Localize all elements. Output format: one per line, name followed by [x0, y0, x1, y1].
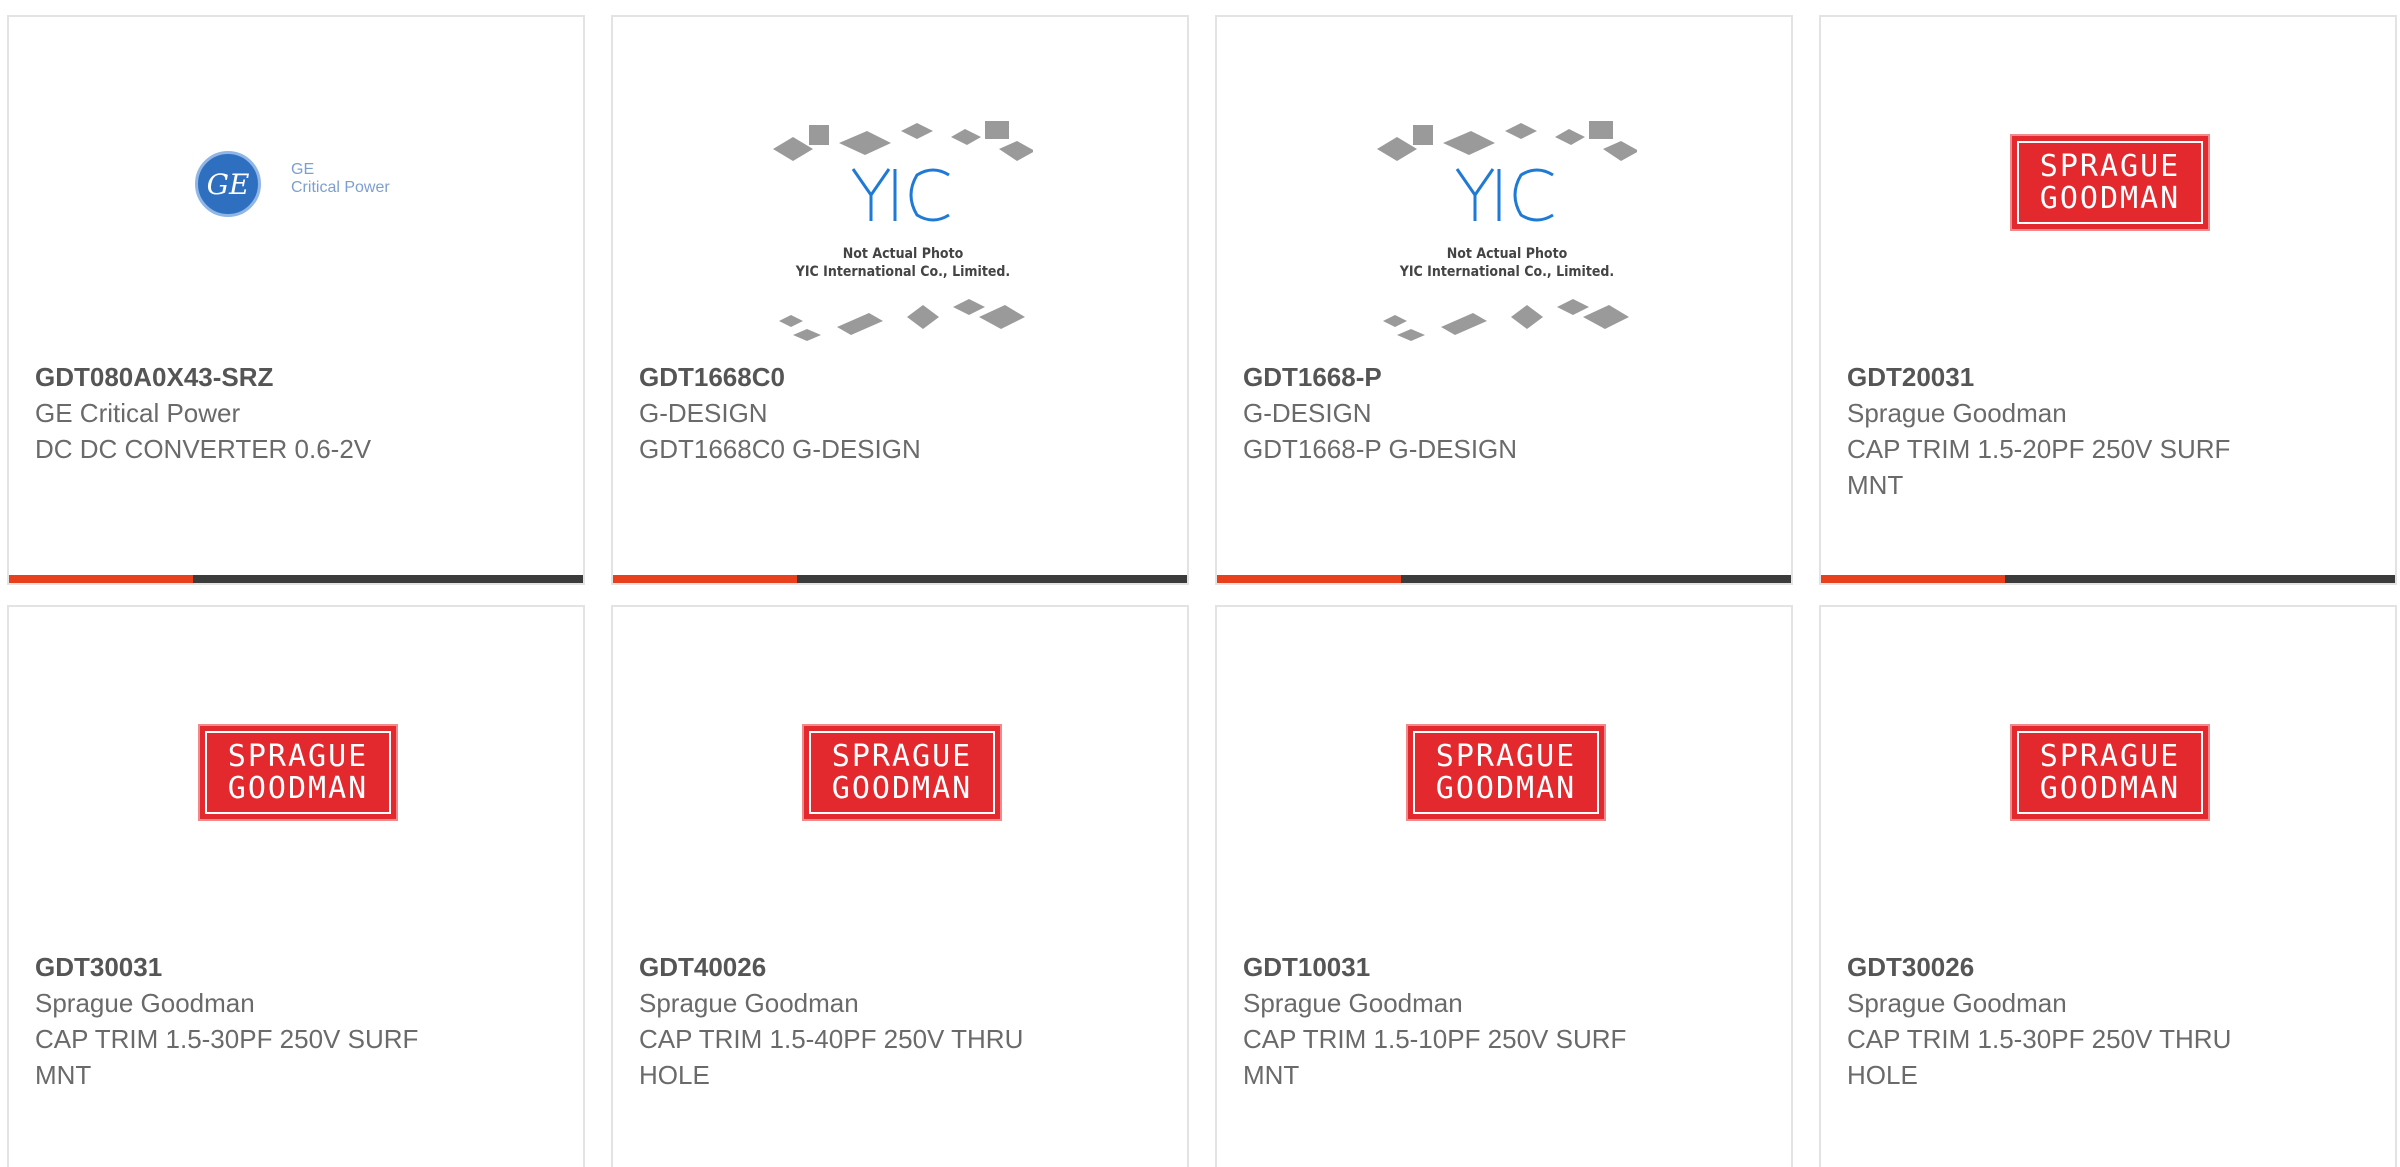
manufacturer-name: G-DESIGN: [1243, 398, 1372, 428]
sprague-goodman-logo: SPRAGUE GOODMAN: [2010, 724, 2210, 821]
card-accent-bar: [613, 575, 1187, 583]
product-description: GDT1668-P G-DESIGN: [1243, 434, 1518, 464]
product-image[interactable]: SPRAGUE GOODMAN: [613, 607, 1187, 957]
product-info: GDT1668-P G-DESIGN GDT1668-P G-DESIGN: [1243, 359, 1765, 467]
yic-not-actual-photo: Not Actual Photo YIC International Co., …: [773, 107, 1033, 357]
ge-monogram-icon: GE: [195, 151, 261, 217]
product-description: DC DC CONVERTER 0.6-2V: [35, 434, 372, 464]
manufacturer-name: G-DESIGN: [639, 398, 768, 428]
sprague-goodman-logo: SPRAGUE GOODMAN: [802, 724, 1002, 821]
product-description: CAP TRIM 1.5-20PF 250V SURF MNT: [1847, 434, 2231, 500]
manufacturer-name: Sprague Goodman: [1847, 988, 2067, 1018]
card-accent-bar-fill: [1821, 575, 2005, 583]
part-number[interactable]: GDT1668C0: [639, 359, 1161, 395]
product-image[interactable]: GE GE Critical Power: [9, 17, 583, 367]
product-description: CAP TRIM 1.5-30PF 250V SURF MNT: [35, 1024, 419, 1090]
product-card[interactable]: Not Actual Photo YIC International Co., …: [611, 15, 1189, 585]
product-card[interactable]: SPRAGUE GOODMAN GDT10031 Sprague Goodman…: [1215, 605, 1793, 1167]
manufacturer-name: GE Critical Power: [35, 398, 241, 428]
card-accent-bar-fill: [613, 575, 797, 583]
product-description: CAP TRIM 1.5-30PF 250V THRU HOLE: [1847, 1024, 2232, 1090]
part-number[interactable]: GDT30026: [1847, 949, 2369, 985]
product-image[interactable]: SPRAGUE GOODMAN: [1217, 607, 1791, 957]
product-card[interactable]: Not Actual Photo YIC International Co., …: [1215, 15, 1793, 585]
card-accent-bar: [1217, 575, 1791, 583]
product-info: GDT30031 Sprague Goodman CAP TRIM 1.5-30…: [35, 949, 557, 1093]
card-accent-bar: [1821, 575, 2395, 583]
manufacturer-name: Sprague Goodman: [1243, 988, 1463, 1018]
part-number[interactable]: GDT10031: [1243, 949, 1765, 985]
part-number[interactable]: GDT40026: [639, 949, 1161, 985]
product-info: GDT20031 Sprague Goodman CAP TRIM 1.5-20…: [1847, 359, 2369, 503]
sprague-goodman-logo: SPRAGUE GOODMAN: [198, 724, 398, 821]
product-grid: GE GE Critical Power GDT080A0X43-SRZ GE …: [0, 0, 2400, 1167]
product-card[interactable]: SPRAGUE GOODMAN GDT30031 Sprague Goodman…: [7, 605, 585, 1167]
product-info: GDT30026 Sprague Goodman CAP TRIM 1.5-30…: [1847, 949, 2369, 1093]
manufacturer-name: Sprague Goodman: [35, 988, 255, 1018]
product-info: GDT10031 Sprague Goodman CAP TRIM 1.5-10…: [1243, 949, 1765, 1093]
product-info: GDT40026 Sprague Goodman CAP TRIM 1.5-40…: [639, 949, 1161, 1093]
product-card[interactable]: SPRAGUE GOODMAN GDT30026 Sprague Goodman…: [1819, 605, 2397, 1167]
manufacturer-name: Sprague Goodman: [1847, 398, 2067, 428]
product-image[interactable]: Not Actual Photo YIC International Co., …: [613, 17, 1187, 367]
product-card[interactable]: SPRAGUE GOODMAN GDT40026 Sprague Goodman…: [611, 605, 1189, 1167]
yic-not-actual-photo: Not Actual Photo YIC International Co., …: [1377, 107, 1637, 357]
chip-package-icon: [1377, 121, 1637, 341]
chip-package-icon: [773, 121, 1033, 341]
part-number[interactable]: GDT20031: [1847, 359, 2369, 395]
product-image[interactable]: SPRAGUE GOODMAN: [1821, 17, 2395, 367]
product-card[interactable]: SPRAGUE GOODMAN GDT20031 Sprague Goodman…: [1819, 15, 2397, 585]
product-image[interactable]: SPRAGUE GOODMAN: [1821, 607, 2395, 957]
part-number[interactable]: GDT080A0X43-SRZ: [35, 359, 557, 395]
product-image[interactable]: Not Actual Photo YIC International Co., …: [1217, 17, 1791, 367]
product-description: CAP TRIM 1.5-10PF 250V SURF MNT: [1243, 1024, 1627, 1090]
product-info: GDT080A0X43-SRZ GE Critical Power DC DC …: [35, 359, 557, 467]
product-info: GDT1668C0 G-DESIGN GDT1668C0 G-DESIGN: [639, 359, 1161, 467]
part-number[interactable]: GDT30031: [35, 949, 557, 985]
sprague-goodman-logo: SPRAGUE GOODMAN: [2010, 134, 2210, 231]
manufacturer-name: Sprague Goodman: [639, 988, 859, 1018]
product-description: GDT1668C0 G-DESIGN: [639, 434, 921, 464]
product-image[interactable]: SPRAGUE GOODMAN: [9, 607, 583, 957]
card-accent-bar: [9, 575, 583, 583]
sprague-goodman-logo: SPRAGUE GOODMAN: [1406, 724, 1606, 821]
card-accent-bar-fill: [9, 575, 193, 583]
product-description: CAP TRIM 1.5-40PF 250V THRU HOLE: [639, 1024, 1024, 1090]
part-number[interactable]: GDT1668-P: [1243, 359, 1765, 395]
ge-critical-power-logo: GE GE Critical Power: [195, 151, 415, 221]
product-card[interactable]: GE GE Critical Power GDT080A0X43-SRZ GE …: [7, 15, 585, 585]
card-accent-bar-fill: [1217, 575, 1401, 583]
